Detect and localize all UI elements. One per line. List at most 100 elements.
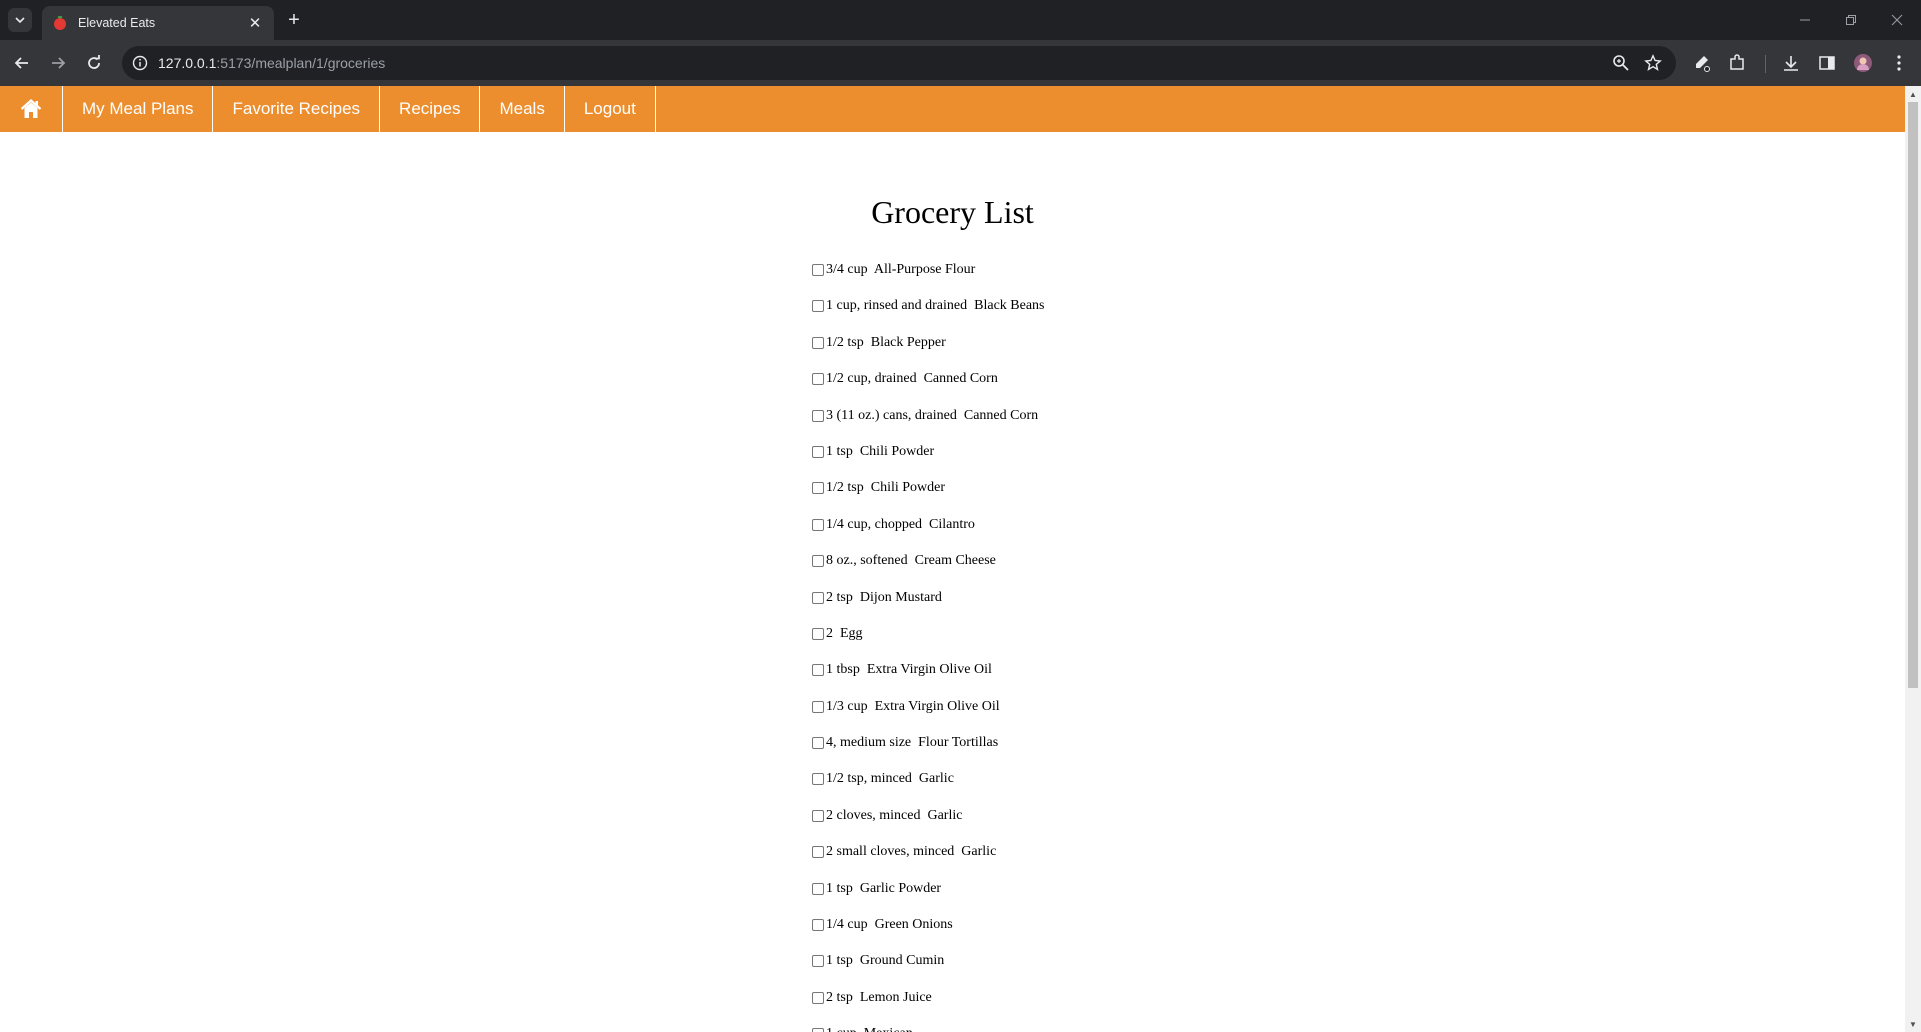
new-tab-plus-icon[interactable]: + [282,8,306,32]
grocery-item-label: 1 tsp Ground Cumin [826,953,945,969]
site-info-icon[interactable] [132,55,148,71]
grocery-item-label: 1/4 cup Green Onions [826,917,953,933]
browser-toolbar: 127.0.0.1:5173/mealplan/1/groceries [0,40,1921,86]
grocery-item-label: 1/2 tsp Black Pepper [826,334,946,350]
back-arrow-icon[interactable] [10,51,34,75]
grocery-item[interactable]: 2 cloves, minced Garlic [812,808,1045,844]
grocery-item-checkbox[interactable] [812,591,824,604]
window-close-icon[interactable] [1882,8,1912,32]
grocery-item-checkbox[interactable] [812,991,824,1004]
grocery-item-checkbox[interactable] [812,264,824,276]
nav-favorite-recipes[interactable]: Favorite Recipes [213,86,381,132]
nav-meals[interactable]: Meals [480,86,565,132]
grocery-item-checkbox[interactable] [812,846,824,859]
grocery-item-label: 2 small cloves, minced Garlic [826,844,997,860]
grocery-item[interactable]: 1 tbsp Extra Virgin Olive Oil [812,662,1045,698]
reload-icon[interactable] [82,51,106,75]
grocery-item[interactable]: 2 Egg [812,626,1045,662]
tab-title: Elevated Eats [78,16,156,30]
grocery-item[interactable]: 2 tsp Dijon Mustard [812,590,1045,626]
eyedropper-extension-icon[interactable] [1691,53,1711,73]
grocery-item[interactable]: 1/4 cup Green Onions [812,917,1045,953]
url-text[interactable]: 127.0.0.1:5173/mealplan/1/groceries [158,55,385,71]
more-menu-icon[interactable] [1889,53,1909,73]
grocery-item-label: 3 (11 oz.) cans, drained Canned Corn [826,407,1039,423]
scroll-down-arrow-icon[interactable]: ▼ [1905,1016,1921,1032]
grocery-item-checkbox[interactable] [812,1028,824,1032]
page-title: Grocery List [871,194,1034,230]
grocery-item-label: 1/2 tsp Chili Powder [826,480,946,496]
home-link[interactable] [0,86,63,132]
main-content: Grocery List 3/4 cup All-Purpose Flour 1 … [0,132,1905,1032]
restore-icon[interactable] [1836,8,1866,32]
grocery-item-label: 3/4 cup All-Purpose Flour [826,262,976,277]
grocery-item[interactable]: 3/4 cup All-Purpose Flour [812,262,1045,298]
scrollbar-thumb[interactable] [1908,102,1918,688]
grocery-item-checkbox[interactable] [812,518,824,531]
forward-arrow-icon[interactable] [46,51,70,75]
grocery-item[interactable]: 2 small cloves, minced Garlic [812,844,1045,880]
grocery-item-checkbox[interactable] [812,664,824,677]
tab-close-icon[interactable]: ✕ [246,14,264,32]
grocery-item[interactable]: 1/2 tsp, minced Garlic [812,771,1045,807]
grocery-item-checkbox[interactable] [812,809,824,822]
grocery-item-label: 2 tsp Lemon Juice [826,989,932,1005]
grocery-item[interactable]: 1/2 tsp Black Pepper [812,335,1045,371]
grocery-item-label: 2 Egg [826,625,863,641]
grocery-item[interactable]: 1 cup, rinsed and drained Black Beans [812,298,1045,334]
grocery-item-checkbox[interactable] [812,336,824,349]
page-viewport: My Meal Plans Favorite Recipes Recipes M… [0,86,1921,1032]
grocery-item-checkbox[interactable] [812,627,824,640]
grocery-item-checkbox[interactable] [812,445,824,458]
grocery-item-label: 1/2 tsp, minced Garlic [826,771,954,787]
profile-avatar-icon[interactable] [1853,53,1873,73]
grocery-item[interactable]: 1/3 cup Extra Virgin Olive Oil [812,699,1045,735]
grocery-item-label: 4, medium size Flour Tortillas [826,735,999,751]
zoom-icon[interactable] [1612,54,1630,72]
grocery-item[interactable]: 1 cup Mexican [812,1026,1045,1032]
bookmark-star-icon[interactable] [1644,54,1662,72]
grocery-item-label: 1 cup Mexican [826,1026,913,1032]
extensions-puzzle-icon[interactable] [1727,53,1747,73]
grocery-item[interactable]: 8 oz., softened Cream Cheese [812,553,1045,589]
nav-my-meal-plans[interactable]: My Meal Plans [63,86,214,132]
browser-tab[interactable]: Elevated Eats ✕ [42,6,274,40]
grocery-item-checkbox[interactable] [812,300,824,313]
grocery-item[interactable]: 2 tsp Lemon Juice [812,990,1045,1026]
vertical-scrollbar[interactable]: ▲ ▼ [1905,86,1921,1032]
download-icon[interactable] [1781,53,1801,73]
nav-recipes[interactable]: Recipes [380,86,481,132]
grocery-item[interactable]: 1/2 cup, drained Canned Corn [812,371,1045,407]
grocery-item-label: 8 oz., softened Cream Cheese [826,553,996,569]
grocery-item[interactable]: 1 tsp Garlic Powder [812,881,1045,917]
grocery-item-checkbox[interactable] [812,373,824,386]
scroll-up-arrow-icon[interactable]: ▲ [1905,86,1921,102]
grocery-list: 3/4 cup All-Purpose Flour 1 cup, rinsed a… [812,262,1045,1032]
address-bar[interactable]: 127.0.0.1:5173/mealplan/1/groceries [122,46,1676,80]
grocery-item-checkbox[interactable] [812,409,824,422]
tomato-favicon-icon [54,15,66,30]
grocery-item-label: 1/4 cup, chopped Cilantro [826,516,975,532]
grocery-item-checkbox[interactable] [812,737,824,750]
grocery-item[interactable]: 3 (11 oz.) cans, drained Canned Corn [812,408,1045,444]
grocery-item-checkbox[interactable] [812,700,824,713]
grocery-item-checkbox[interactable] [812,773,824,786]
toolbar-divider [1765,55,1766,73]
grocery-item-checkbox[interactable] [812,482,824,495]
grocery-item[interactable]: 1/2 tsp Chili Powder [812,480,1045,516]
grocery-item-label: 2 tsp Dijon Mustard [826,589,942,605]
grocery-item[interactable]: 1/4 cup, chopped Cilantro [812,517,1045,553]
grocery-item-checkbox[interactable] [812,882,824,895]
grocery-item[interactable]: 1 tsp Chili Powder [812,444,1045,480]
minimize-icon[interactable] [1790,8,1820,32]
nav-logout[interactable]: Logout [565,86,656,132]
grocery-item[interactable]: 4, medium size Flour Tortillas [812,735,1045,771]
home-icon [20,99,42,118]
grocery-item-checkbox[interactable] [812,955,824,968]
grocery-item[interactable]: 1 tsp Ground Cumin [812,953,1045,989]
side-panel-icon[interactable] [1817,53,1837,73]
grocery-item-checkbox[interactable] [812,555,824,568]
grocery-item-checkbox[interactable] [812,919,824,932]
tab-search-chevron-icon[interactable] [8,8,32,32]
grocery-item-label: 1/3 cup Extra Virgin Olive Oil [826,698,1000,714]
